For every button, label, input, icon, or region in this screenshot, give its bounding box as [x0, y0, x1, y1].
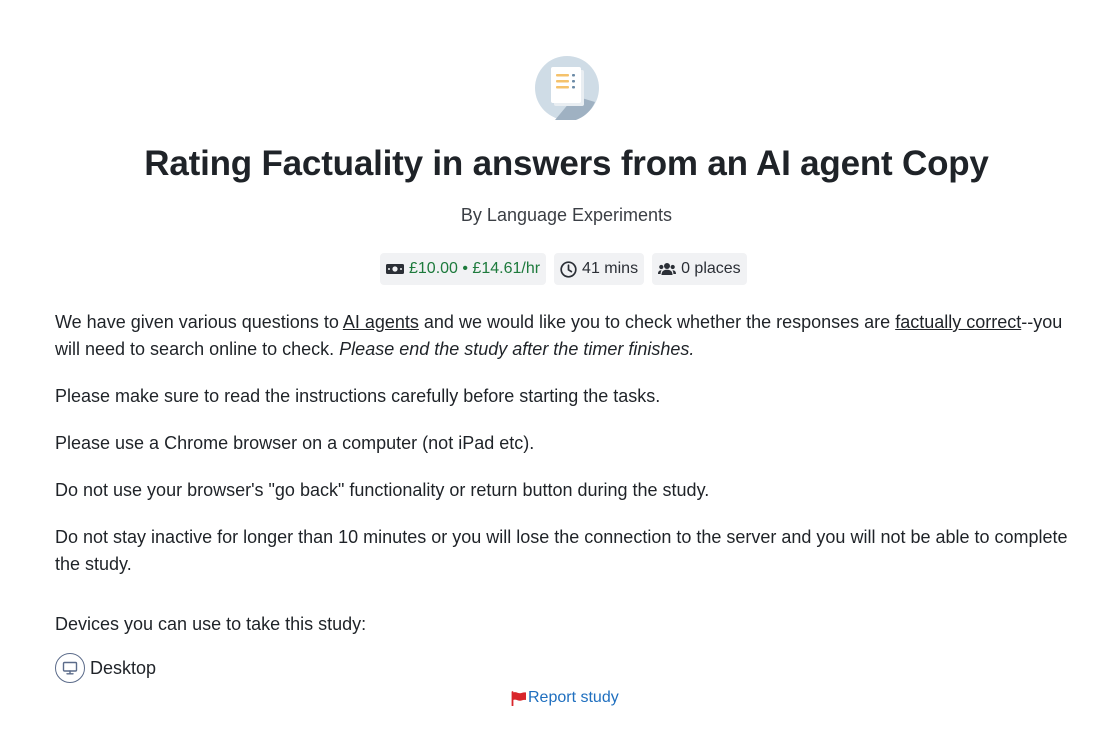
devices-label: Devices you can use to take this study: — [55, 614, 367, 634]
study-page: Rating Factuality in answers from an AI … — [0, 0, 1119, 738]
report-study-label: Report study — [528, 689, 619, 706]
reward-text: £10.00 • £14.61/hr — [409, 260, 541, 277]
places-pill: 0 places — [652, 253, 747, 285]
duration-text: 41 mins — [582, 260, 639, 277]
users-icon — [658, 263, 677, 275]
factually-correct-link[interactable]: factually correct — [895, 312, 1021, 332]
device-label: Desktop — [90, 657, 157, 678]
description-paragraph-1: We have given various questions to AI ag… — [55, 309, 1085, 363]
reward-pill: £10.00 • £14.61/hr — [380, 253, 547, 285]
places-text: 0 places — [681, 260, 741, 277]
researcher-name: By Language Experiments — [460, 205, 673, 225]
ai-agents-link[interactable]: AI agents — [343, 312, 419, 332]
report-study-link[interactable]: Report study — [511, 689, 619, 707]
device-item-desktop: Desktop — [55, 653, 156, 683]
description-text: and we would like you to check whether t… — [418, 312, 896, 332]
description-paragraph-2: Please make sure to read the instruction… — [55, 386, 661, 406]
clock-icon — [560, 260, 577, 278]
description-text: We have given various questions to — [55, 312, 343, 332]
desktop-icon — [55, 653, 85, 683]
flag-icon — [511, 690, 526, 706]
money-icon — [386, 264, 404, 274]
study-document-icon — [535, 56, 599, 120]
duration-pill: 41 mins — [554, 253, 645, 285]
description-italic-note: Please end the study after the timer fin… — [339, 339, 695, 359]
description-paragraph-3: Please use a Chrome browser on a compute… — [55, 433, 535, 453]
description-paragraph-4: Do not use your browser's "go back" func… — [55, 480, 710, 500]
description-paragraph-5: Do not stay inactive for longer than 10 … — [55, 527, 1068, 574]
study-title: Rating Factuality in answers from an AI … — [144, 144, 989, 183]
study-description: We have given various questions to AI ag… — [55, 309, 1085, 598]
study-info-pills: £10.00 • £14.61/hr 41 mins 0 places — [380, 253, 747, 285]
